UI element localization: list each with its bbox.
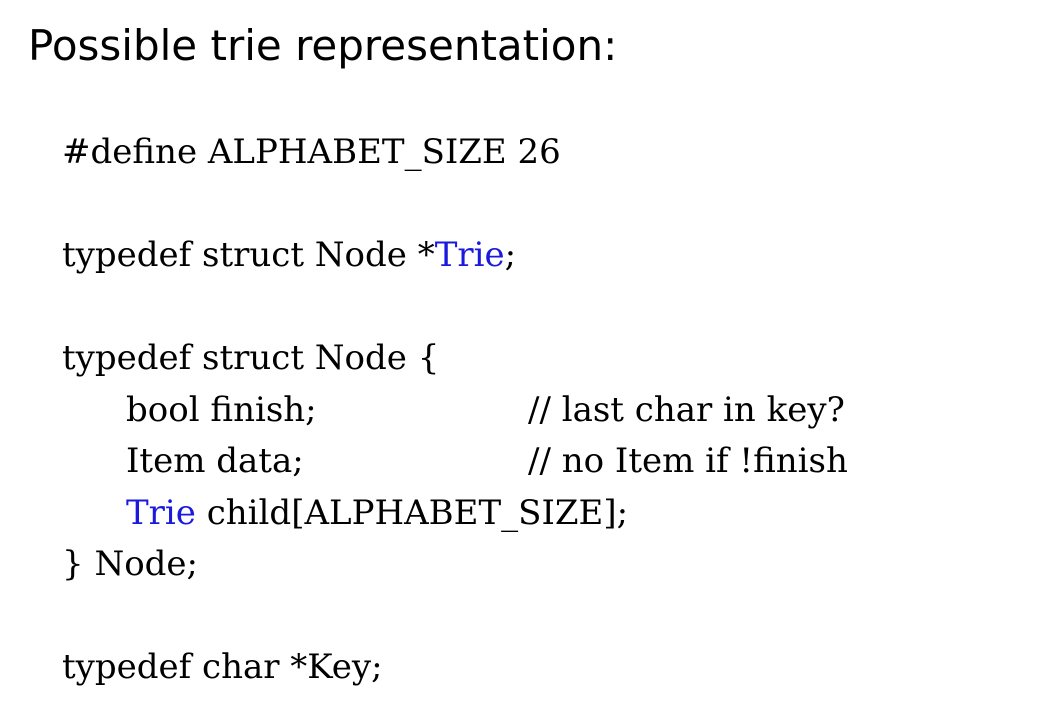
field-finish-line: bool finish; // last char in key? [62,385,845,437]
field-data-decl: Item data; [126,441,304,481]
key-typedef-line: typedef char *Key; [62,647,383,687]
slide: Possible trie representation: #define AL… [0,0,1056,713]
field-data-comment: // no Item if !finish [528,441,848,481]
define-line: #define ALPHABET_SIZE 26 [62,132,561,172]
trie-typedef-suffix: ; [504,235,517,275]
field-child-decl: child[ALPHABET_SIZE]; [195,492,629,533]
trie-type-name: Trie [434,235,505,275]
field-child-line: Trie child[ALPHABET_SIZE]; [62,488,628,540]
trie-typedef-line: typedef struct Node *Trie; [62,230,628,282]
field-child-type: Trie [126,492,196,533]
code-block: #define ALPHABET_SIZE 26 typedef struct … [62,127,848,694]
trie-typedef-prefix: typedef struct Node * [62,235,435,275]
field-finish-decl: bool finish; [126,389,317,430]
struct-open-line: typedef struct Node { [62,338,440,378]
field-data-line: Item data; // no Item if !finish [62,436,848,488]
field-finish-comment: // last char in key? [528,389,845,430]
slide-title: Possible trie representation: [28,21,618,70]
struct-close-line: } Node; [62,544,198,584]
